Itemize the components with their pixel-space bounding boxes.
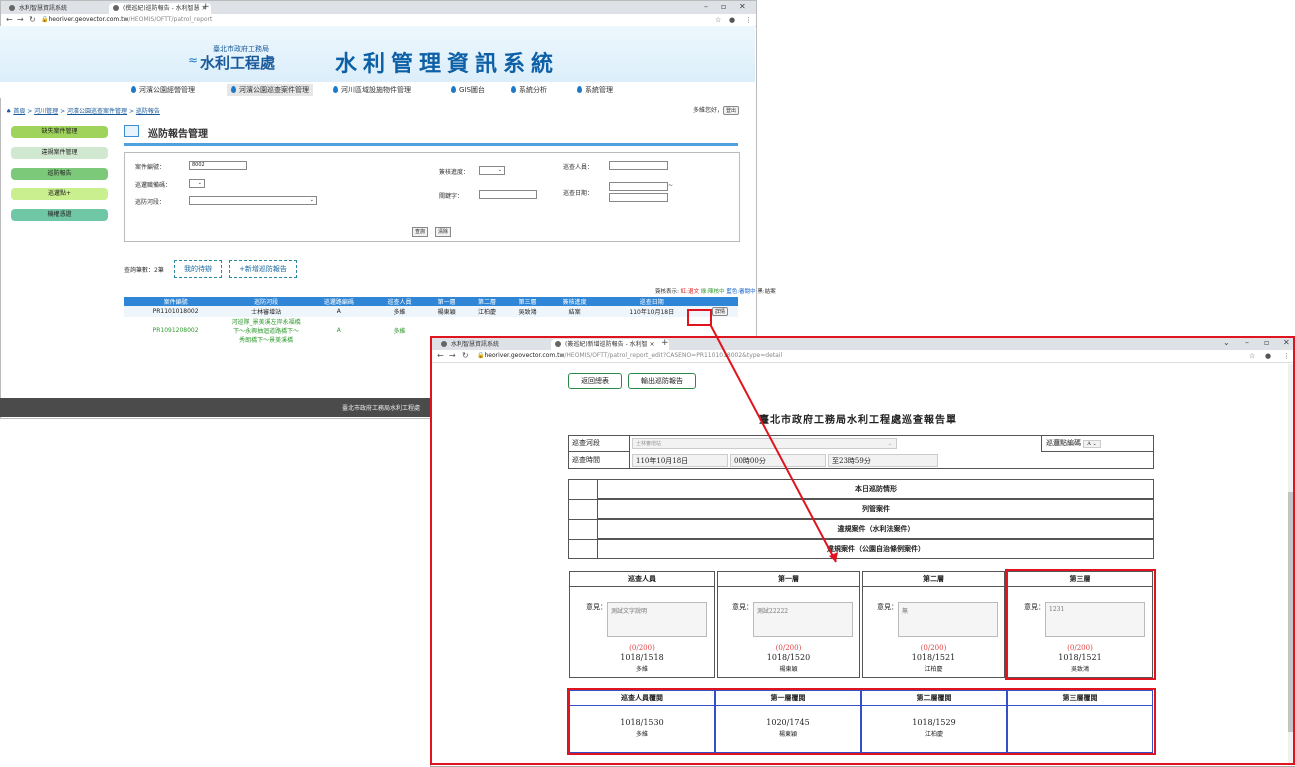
annotation-arrow [709,323,838,563]
arrow-head [829,552,838,562]
arrow-line [709,323,837,563]
